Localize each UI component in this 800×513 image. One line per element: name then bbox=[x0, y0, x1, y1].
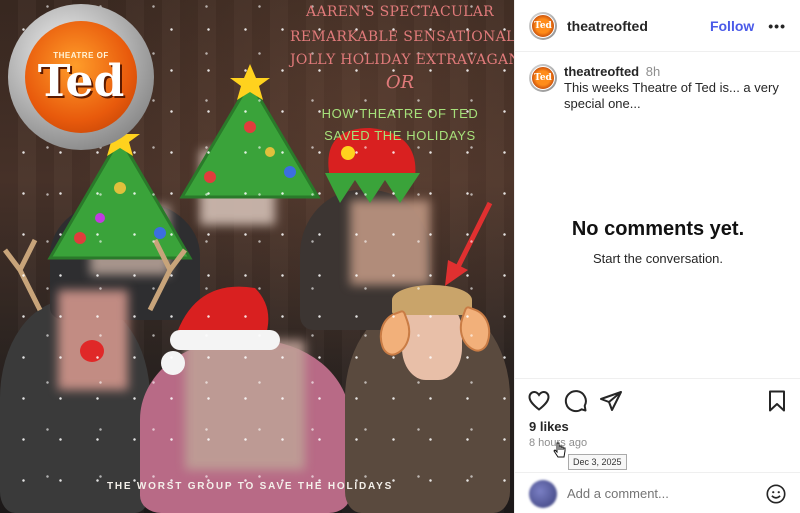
instagram-post-view: AAREN'S SPECTACULAR REMARKABLE SENSATION… bbox=[0, 0, 800, 513]
avatar-logo: Ted bbox=[531, 66, 555, 90]
post-side-panel: Ted theatreofted Follow ••• Ted theatreo… bbox=[514, 0, 800, 513]
header-username[interactable]: theatreofted bbox=[567, 18, 648, 34]
avatar[interactable]: Ted bbox=[529, 11, 557, 40]
post-photo[interactable]: AAREN'S SPECTACULAR REMARKABLE SENSATION… bbox=[0, 0, 514, 513]
theatre-of-ted-logo: THEATRE OF Ted bbox=[8, 4, 154, 150]
comment-icon[interactable] bbox=[564, 389, 588, 413]
date-tooltip: Dec 3, 2025 bbox=[568, 454, 627, 470]
logo-big-text: Ted bbox=[37, 55, 125, 107]
action-icon-row bbox=[527, 389, 789, 413]
no-comments-title: No comments yet. bbox=[571, 218, 745, 240]
likes-count[interactable]: 9 likes bbox=[529, 419, 569, 434]
post-subtitle-line: HOW THEATRE OF TED bbox=[321, 106, 479, 121]
post-title-or: OR bbox=[385, 72, 415, 93]
comment-input[interactable] bbox=[567, 486, 757, 501]
follow-button[interactable]: Follow bbox=[710, 18, 754, 34]
current-user-avatar[interactable] bbox=[529, 479, 557, 508]
add-comment-bar bbox=[515, 472, 800, 513]
avatar[interactable]: Ted bbox=[529, 64, 557, 92]
paper-plane-icon[interactable] bbox=[599, 389, 623, 413]
caption-text: theatreofted 8h This weeks Theatre of Te… bbox=[564, 64, 786, 112]
smiley-icon[interactable] bbox=[765, 483, 787, 505]
more-options-icon[interactable]: ••• bbox=[768, 18, 786, 34]
caption-block: Ted theatreofted 8h This weeks Theatre o… bbox=[515, 52, 800, 112]
bookmark-icon[interactable] bbox=[765, 389, 789, 413]
post-bottom-caption: THE WORST GROUP TO SAVE THE HOLIDAYS bbox=[106, 481, 394, 492]
heart-icon[interactable] bbox=[527, 389, 551, 413]
hand-cursor-icon bbox=[553, 442, 566, 458]
post-header: Ted theatreofted Follow ••• bbox=[515, 0, 800, 52]
post-title-line: JOLLY HOLIDAY EXTRAVAGANZA bbox=[290, 52, 514, 68]
caption-time: 8h bbox=[645, 64, 661, 79]
post-title-line: AAREN'S SPECTACULAR bbox=[306, 4, 494, 20]
post-subtitle-line: SAVED THE HOLIDAYS bbox=[324, 128, 476, 143]
no-comments-subtitle: Start the conversation. bbox=[592, 251, 724, 266]
avatar-logo: Ted bbox=[531, 13, 555, 38]
post-title-line: REMARKABLE SENSATIONAL bbox=[290, 29, 514, 45]
logo-inner: THEATRE OF Ted bbox=[25, 21, 137, 133]
caption-username[interactable]: theatreofted bbox=[564, 64, 639, 79]
caption-body: This weeks Theatre of Ted is... a very s… bbox=[564, 80, 779, 111]
post-actions: 9 likes 8 hours ago Dec 3, 2025 bbox=[515, 378, 800, 513]
